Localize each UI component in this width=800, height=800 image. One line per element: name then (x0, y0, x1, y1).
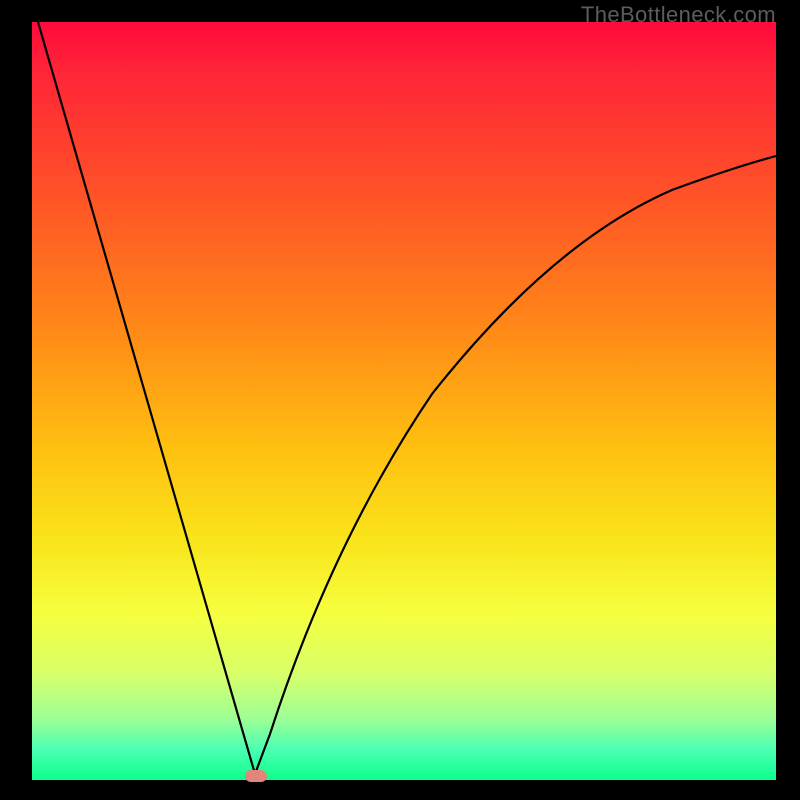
bottleneck-curve (32, 22, 776, 780)
curve-left-branch (38, 22, 255, 774)
watermark-label: TheBottleneck.com (581, 2, 776, 28)
plot-area (32, 22, 776, 780)
chart-frame: TheBottleneck.com (0, 0, 800, 800)
optimal-marker (245, 770, 267, 782)
curve-right-branch (255, 156, 776, 774)
